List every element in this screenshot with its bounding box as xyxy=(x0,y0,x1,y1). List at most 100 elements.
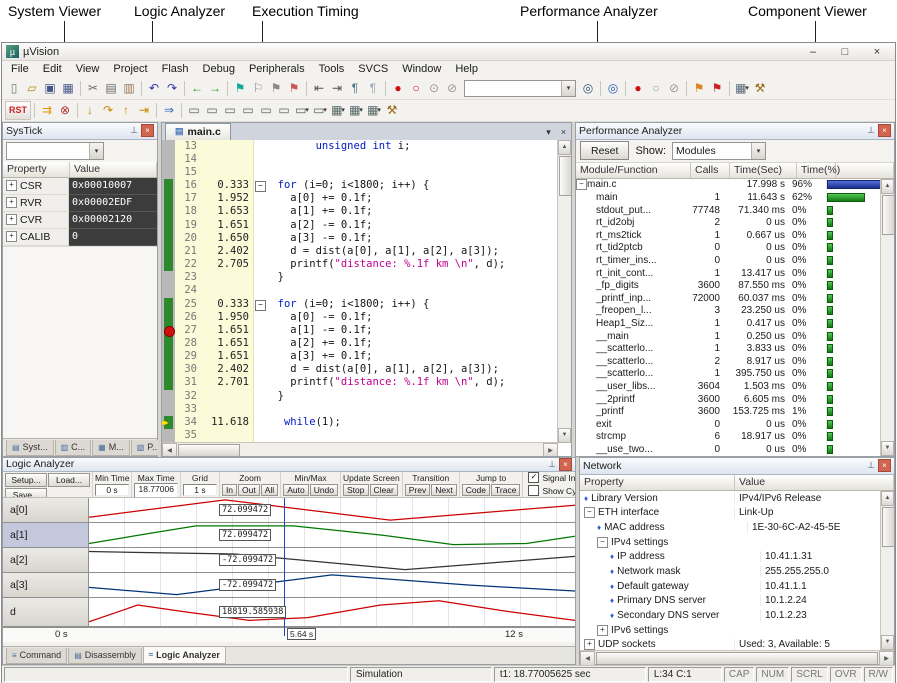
window-layout-button[interactable]: ▦▾ xyxy=(733,80,751,97)
step-out-button[interactable]: ↑ xyxy=(117,102,135,119)
tab-close-icon[interactable]: × xyxy=(556,125,571,140)
scroll-left-icon[interactable]: ◀ xyxy=(162,443,177,456)
breakpoint-disable-all-button[interactable]: ⊙ xyxy=(425,80,443,97)
dock-tab-command[interactable]: ≡Command xyxy=(6,648,67,664)
menu-window[interactable]: Window xyxy=(395,62,448,76)
signal-name[interactable]: a[1] xyxy=(3,523,89,547)
breakpoint-insert-button[interactable]: ● xyxy=(389,80,407,97)
checkbox-icon[interactable] xyxy=(528,485,539,496)
checkbox-icon[interactable]: ✓ xyxy=(528,472,539,483)
dropdown-arrow-icon[interactable]: ▾ xyxy=(359,106,363,114)
close-button[interactable]: × xyxy=(863,44,891,59)
perf-row[interactable]: rt_tid2ptcb00 us0% xyxy=(576,242,880,255)
command-window-button[interactable]: ▭ xyxy=(185,102,203,119)
perf-row[interactable]: main111.643 s62% xyxy=(576,191,880,204)
uncomment-button[interactable]: ¶ xyxy=(364,80,382,97)
waveform-area[interactable]: -72.099472 xyxy=(89,573,575,597)
pin-icon[interactable]: ⊥ xyxy=(867,460,875,471)
breakpoint-margin[interactable] xyxy=(162,298,175,311)
perf-row[interactable]: rt_ms2tick10.667 us0% xyxy=(576,229,880,242)
perf-row[interactable]: __main10.250 us0% xyxy=(576,330,880,343)
breakpoint-margin[interactable] xyxy=(162,166,175,179)
flag-red-button[interactable]: ⚑ xyxy=(708,80,726,97)
bookmark-clear-all-button[interactable]: ⚑ xyxy=(285,80,303,97)
breakpoint-margin[interactable] xyxy=(162,376,175,389)
editor-body[interactable]: 13 unsigned int i;1415160.333 us− for (i… xyxy=(162,140,571,456)
collapse-icon[interactable]: − xyxy=(255,181,266,192)
network-row[interactable]: ♦Default gateway10.41.1.1 xyxy=(580,579,880,594)
systick-row[interactable]: +RVR0x00002EDF xyxy=(3,195,157,212)
navigate-back-button[interactable]: ← xyxy=(188,80,206,97)
collapse-icon[interactable]: − xyxy=(576,179,587,190)
run-to-cursor-button[interactable]: ⇥ xyxy=(135,102,153,119)
max-time-value[interactable]: 18.77006 s xyxy=(134,483,177,498)
comment-button[interactable]: ¶ xyxy=(346,80,364,97)
all-button[interactable]: All xyxy=(261,484,278,496)
close-panel-icon[interactable]: × xyxy=(878,459,891,472)
close-panel-icon[interactable]: × xyxy=(559,458,572,471)
network-row[interactable]: −ETH interfaceLink-Up xyxy=(580,505,880,520)
menu-view[interactable]: View xyxy=(69,62,107,76)
signal-name[interactable]: a[3] xyxy=(3,573,89,597)
scroll-thumb[interactable] xyxy=(178,444,240,456)
scroll-thumb[interactable] xyxy=(882,507,894,547)
fold-margin[interactable]: − xyxy=(254,298,265,311)
perf-row[interactable]: −main.c17.998 s96% xyxy=(576,179,880,192)
dropdown-arrow-icon[interactable]: ▾ xyxy=(323,106,327,114)
perf-row[interactable]: __user_libs...36041.503 ms0% xyxy=(576,380,880,393)
collapse-icon[interactable]: − xyxy=(255,300,266,311)
debug-toolbox-button[interactable]: ⚒ xyxy=(383,102,401,119)
breakpoint-margin[interactable] xyxy=(162,205,175,218)
save-button[interactable]: ▣ xyxy=(41,80,59,97)
breakpoint-margin[interactable]: ▶▶ xyxy=(162,416,175,429)
expand-icon[interactable]: + xyxy=(6,197,17,208)
viewer-tab-c[interactable]: ▥C... xyxy=(55,440,92,456)
scroll-right-icon[interactable]: ▶ xyxy=(879,651,894,666)
reset-button[interactable]: Reset xyxy=(580,141,629,160)
network-row[interactable]: +UDP socketsUsed: 3, Available: 5 xyxy=(580,638,880,650)
min-time-value[interactable]: 0 s xyxy=(95,484,129,496)
stop-button[interactable]: Stop xyxy=(343,484,369,496)
bookmark-toggle-button[interactable]: ⚑ xyxy=(231,80,249,97)
menu-tools[interactable]: Tools xyxy=(312,62,352,76)
breakpoint-margin[interactable] xyxy=(162,153,175,166)
editor-horizontal-scrollbar[interactable]: ◀ ▶ xyxy=(162,442,558,456)
dropdown-arrow-icon[interactable]: ▾ xyxy=(341,106,345,114)
chevron-down-icon[interactable]: ▾ xyxy=(561,81,575,96)
breakpoint-margin[interactable] xyxy=(162,179,175,192)
column-value[interactable]: Value xyxy=(70,162,157,177)
perf-row[interactable]: __2printf36006.605 ms0% xyxy=(576,393,880,406)
collapse-icon[interactable]: − xyxy=(584,507,595,518)
perf-row[interactable]: __use_two...00 us0% xyxy=(576,443,880,456)
systick-filter-combo[interactable]: ▾ xyxy=(6,142,104,160)
property-cell[interactable]: +RVR xyxy=(3,195,69,212)
dropdown-arrow-icon[interactable]: ▾ xyxy=(305,106,309,114)
breakpoint-margin[interactable] xyxy=(162,337,175,350)
flag-orange-button[interactable]: ⚑ xyxy=(690,80,708,97)
collapse-icon[interactable]: − xyxy=(597,537,608,548)
close-panel-icon[interactable]: × xyxy=(141,124,154,137)
call-stack-window-button[interactable]: ▭ xyxy=(257,102,275,119)
viewer-tab-m[interactable]: ▦M... xyxy=(92,440,130,456)
systick-row[interactable]: +CSR0x00010007 xyxy=(3,178,157,195)
network-vertical-scrollbar[interactable]: ▲ ▼ xyxy=(880,491,894,650)
fold-margin[interactable]: − xyxy=(254,179,265,192)
scroll-track[interactable] xyxy=(558,197,571,428)
breakpoint-margin[interactable] xyxy=(162,258,175,271)
menu-help[interactable]: Help xyxy=(448,62,485,76)
code-button[interactable]: Code xyxy=(462,484,490,496)
perf-row[interactable]: rt_init_cont...113.417 us0% xyxy=(576,267,880,280)
toolbox-button[interactable]: ⚒ xyxy=(751,80,769,97)
scroll-track[interactable] xyxy=(241,443,543,456)
breakpoint-margin[interactable] xyxy=(162,232,175,245)
step-into-button[interactable]: ↓ xyxy=(81,102,99,119)
find-in-files-button[interactable]: ◎ xyxy=(579,80,597,97)
stop-button[interactable]: ⊗ xyxy=(56,102,74,119)
pin-icon[interactable]: ⊥ xyxy=(867,125,875,136)
signal-name[interactable]: a[2] xyxy=(3,548,89,572)
perf-vertical-scrollbar[interactable]: ▲ ▼ xyxy=(880,179,894,456)
scroll-down-icon[interactable]: ▼ xyxy=(881,441,894,456)
menu-peripherals[interactable]: Peripherals xyxy=(242,62,312,76)
perf-row[interactable]: _printf3600153.725 ms1% xyxy=(576,405,880,418)
dropdown-arrow-icon[interactable]: ▾ xyxy=(745,84,749,92)
